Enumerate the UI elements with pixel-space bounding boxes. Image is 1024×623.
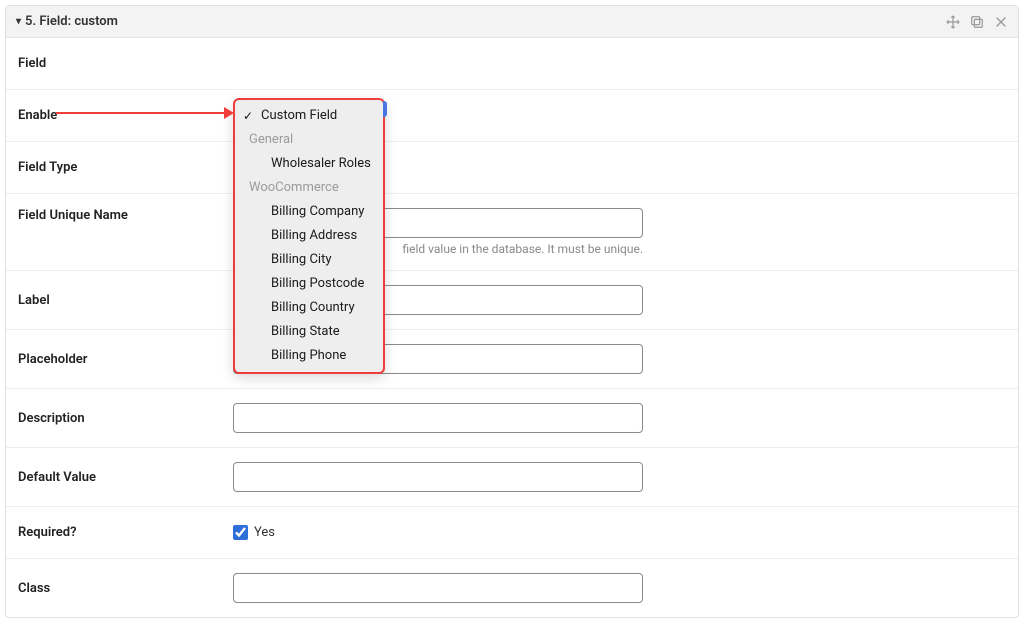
label-field-type: Field Type	[18, 160, 233, 175]
label-enable: Enable	[18, 108, 233, 123]
row-enable: Enable	[6, 90, 1018, 142]
dropdown-option-custom-field[interactable]: Custom Field	[235, 104, 383, 128]
field-dropdown[interactable]: Custom Field General Wholesaler Roles Wo…	[233, 98, 385, 374]
close-icon[interactable]	[994, 15, 1008, 29]
label-label: Label	[18, 293, 233, 308]
label-placeholder: Placeholder	[18, 352, 233, 367]
label-description: Description	[18, 411, 233, 426]
chevron-down-icon: ▾	[16, 16, 21, 27]
row-description: Description	[6, 389, 1018, 448]
panel-header[interactable]: ▾ 5. Field: custom	[6, 6, 1018, 38]
dropdown-option-billing-state[interactable]: Billing State	[235, 320, 383, 344]
required-checkbox[interactable]	[233, 525, 248, 540]
control-class	[233, 573, 643, 603]
duplicate-icon[interactable]	[970, 15, 984, 29]
dropdown-option-billing-phone[interactable]: Billing Phone	[235, 344, 383, 368]
row-placeholder: Placeholder	[6, 330, 1018, 389]
row-label: Label	[6, 271, 1018, 330]
default-value-input[interactable]	[233, 462, 643, 492]
description-input[interactable]	[233, 403, 643, 433]
required-check-label: Yes	[254, 525, 275, 540]
dropdown-option-wholesaler-roles[interactable]: Wholesaler Roles	[235, 152, 383, 176]
dropdown-underlay-edge	[383, 101, 387, 117]
dropdown-group-general: General	[235, 128, 383, 152]
form-body: Custom Field General Wholesaler Roles Wo…	[6, 38, 1018, 617]
row-required: Required? Yes	[6, 507, 1018, 559]
control-default-value	[233, 462, 643, 492]
dropdown-group-woocommerce: WooCommerce	[235, 176, 383, 200]
row-default-value: Default Value	[6, 448, 1018, 507]
label-field: Field	[18, 56, 233, 71]
panel-title: ▾ 5. Field: custom	[16, 14, 118, 29]
label-class: Class	[18, 581, 233, 596]
dropdown-option-billing-country[interactable]: Billing Country	[235, 296, 383, 320]
label-default-value: Default Value	[18, 470, 233, 485]
row-field-type: Field Type	[6, 142, 1018, 194]
label-unique-name: Field Unique Name	[18, 208, 233, 223]
label-required: Required?	[18, 525, 233, 540]
control-description	[233, 403, 643, 433]
row-class: Class	[6, 559, 1018, 617]
move-icon[interactable]	[946, 15, 960, 29]
panel-title-text: 5. Field: custom	[25, 14, 118, 29]
row-field: Field	[6, 38, 1018, 90]
dropdown-option-billing-postcode[interactable]: Billing Postcode	[235, 272, 383, 296]
dropdown-option-billing-company[interactable]: Billing Company	[235, 200, 383, 224]
dropdown-option-billing-address[interactable]: Billing Address	[235, 224, 383, 248]
dropdown-option-billing-city[interactable]: Billing City	[235, 248, 383, 272]
field-config-panel: ▾ 5. Field: custom	[5, 5, 1019, 618]
row-unique-name: Field Unique Name field value in the dat…	[6, 194, 1018, 271]
class-input[interactable]	[233, 573, 643, 603]
control-required: Yes	[233, 525, 643, 540]
panel-actions	[946, 15, 1008, 29]
